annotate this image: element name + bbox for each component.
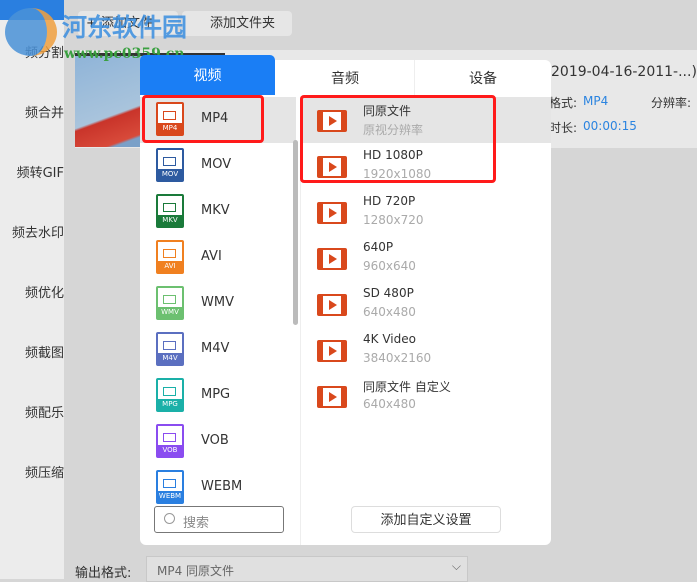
tab-video[interactable]: 视频: [140, 55, 275, 95]
format-label: WEBM: [201, 479, 243, 494]
file-icon-label: MKV: [158, 215, 182, 226]
format-item-webm[interactable]: WEBM WEBM: [140, 465, 296, 511]
format-value: MP4: [583, 94, 609, 108]
quality-name: 4K Video: [363, 332, 416, 346]
format-label: VOB: [201, 433, 229, 448]
file-icon-label: WMV: [158, 307, 182, 318]
output-format-label: 输出格式:: [75, 566, 132, 581]
sidebar-item-gif[interactable]: 频转GIF: [0, 162, 64, 181]
sidebar-item-merge[interactable]: 频合并: [0, 102, 64, 121]
format-item-vob[interactable]: VOB VOB: [140, 419, 296, 465]
video-file-icon: WMV: [156, 286, 184, 320]
film-icon: [317, 340, 347, 362]
quality-item[interactable]: 4K Video 3840x2160: [301, 327, 551, 373]
format-label: 格式:: [549, 96, 578, 110]
video-file-icon: M4V: [156, 332, 184, 366]
search-placeholder: 搜索: [183, 516, 210, 531]
watermark-text: 河东软件园: [62, 13, 188, 42]
format-item-mov[interactable]: MOV MOV: [140, 143, 296, 189]
quality-item[interactable]: SD 480P 640x480: [301, 281, 551, 327]
file-icon-label: M4V: [158, 353, 182, 364]
output-format-value: MP4 同原文件: [157, 564, 235, 578]
search-input[interactable]: 搜索: [154, 506, 284, 533]
sidebar-item-music[interactable]: 频配乐: [0, 402, 64, 421]
format-item-wmv[interactable]: WMV WMV: [140, 281, 296, 327]
format-label: MOV: [201, 157, 232, 172]
quality-name: 同原文件 自定义: [363, 380, 451, 394]
sidebar-item-compress[interactable]: 频压缩: [0, 462, 64, 481]
tab-device[interactable]: 设备: [414, 60, 551, 96]
sidebar: 频分割 频合并 频转GIF 频去水印 频优化 频截图 频配乐 频压缩: [0, 0, 64, 579]
quality-resolution: 1280x720: [363, 213, 424, 227]
quality-resolution: 640x480: [363, 397, 416, 411]
format-item-avi[interactable]: AVI AVI: [140, 235, 296, 281]
quality-item[interactable]: HD 720P 1280x720: [301, 189, 551, 235]
sidebar-item-watermark[interactable]: 频去水印: [0, 222, 64, 241]
format-label: MKV: [201, 203, 230, 218]
watermark-logo: [5, 8, 57, 56]
file-name: 2019-04-16-2011-...).m: [551, 64, 697, 80]
format-label: MPG: [201, 387, 231, 402]
file-icon-label: VOB: [158, 445, 182, 456]
quality-resolution: 960x640: [363, 259, 416, 273]
film-icon: [317, 294, 347, 316]
file-icon-label: MOV: [158, 169, 182, 180]
video-file-icon: MPG: [156, 378, 184, 412]
quality-item[interactable]: 同原文件 自定义 640x480: [301, 373, 551, 419]
quality-name: SD 480P: [363, 286, 414, 300]
film-icon: [317, 202, 347, 224]
file-icon-label: MPG: [158, 399, 182, 410]
format-list-scrollbar[interactable]: [293, 140, 298, 325]
highlight-box: [300, 95, 496, 183]
output-format-select[interactable]: MP4 同原文件 ⌵: [146, 556, 468, 582]
format-item-mkv[interactable]: MKV MKV: [140, 189, 296, 235]
add-folder-button[interactable]: 添加文件夹: [182, 11, 292, 36]
file-icon-label: WEBM: [158, 491, 182, 502]
quality-resolution: 640x480: [363, 305, 416, 319]
format-label: WMV: [201, 295, 234, 310]
duration-label: 时长:: [549, 121, 578, 135]
highlight-box: [142, 95, 264, 143]
format-label: AVI: [201, 249, 222, 264]
video-file-icon: VOB: [156, 424, 184, 458]
video-file-icon: MKV: [156, 194, 184, 228]
chevron-down-icon: ⌵: [451, 559, 461, 573]
film-icon: [317, 386, 347, 408]
quality-resolution: 3840x2160: [363, 351, 432, 365]
tab-audio[interactable]: 音频: [276, 60, 414, 96]
file-icon-label: AVI: [158, 261, 182, 272]
sidebar-item-optimize[interactable]: 频优化: [0, 282, 64, 301]
quality-name: 640P: [363, 240, 394, 254]
duration-value: 00:00:15: [583, 119, 637, 133]
format-item-m4v[interactable]: M4V M4V: [140, 327, 296, 373]
add-custom-button[interactable]: 添加自定义设置: [351, 506, 501, 533]
format-label: M4V: [201, 341, 230, 356]
quality-item[interactable]: 640P 960x640: [301, 235, 551, 281]
video-file-icon: WEBM: [156, 470, 184, 504]
video-file-icon: MOV: [156, 148, 184, 182]
video-file-icon: AVI: [156, 240, 184, 274]
resolution-label: 分辨率:: [651, 96, 692, 110]
format-item-mpg[interactable]: MPG MPG: [140, 373, 296, 419]
sidebar-item-screenshot[interactable]: 频截图: [0, 342, 64, 361]
film-icon: [317, 248, 347, 270]
quality-name: HD 720P: [363, 194, 416, 208]
search-icon: [164, 513, 175, 524]
